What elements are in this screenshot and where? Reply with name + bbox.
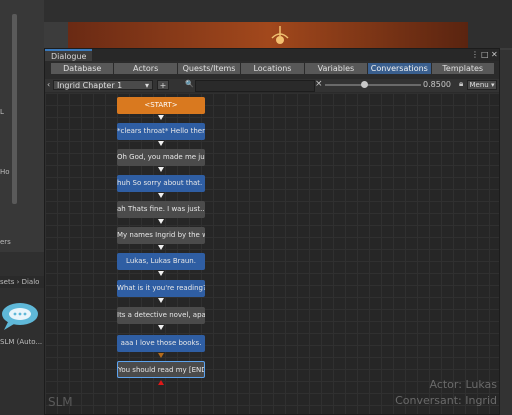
tab-actors[interactable]: Actors	[114, 63, 178, 74]
dialogue-node[interactable]: Oh God, you made me jump!	[117, 149, 205, 166]
link-arrow	[158, 193, 164, 198]
zoom-slider-handle[interactable]	[361, 81, 368, 88]
tab-locations[interactable]: Locations	[241, 63, 305, 74]
menu-dots-icon[interactable]: ⋮	[471, 49, 479, 61]
dialogue-node[interactable]: Its a detective novel, apa	[117, 307, 205, 324]
search-input[interactable]	[195, 80, 315, 92]
link-arrow	[158, 219, 164, 224]
actor-label: Actor: Lukas	[429, 378, 497, 391]
scene-view-background	[68, 22, 468, 48]
hierarchy-scrollbar[interactable]	[12, 14, 17, 204]
conversation-select[interactable]: Ingrid Chapter 1 ▾	[53, 80, 153, 90]
add-conversation-button[interactable]: +	[157, 80, 169, 90]
chandelier-icon	[271, 26, 289, 44]
hierarchy-panel: L Ho ers	[0, 0, 44, 252]
link-arrow	[158, 271, 164, 276]
dialogue-node-selected[interactable]: You should read my [END]	[117, 361, 205, 378]
zoom-value: 0.8500	[423, 80, 451, 89]
database-tabs: Database Actors Quests/Items Locations V…	[51, 63, 495, 74]
scene-right-panel	[468, 22, 512, 48]
link-arrow	[158, 167, 164, 172]
inspector-strip	[500, 50, 512, 415]
window-titlebar: Dialogue ⋮ □ ✕	[45, 49, 499, 61]
project-breadcrumb: sets › Dialo	[0, 276, 44, 288]
tab-conversations[interactable]: Conversations	[368, 63, 432, 74]
dialogue-node[interactable]: Lukas, Lukas Braun.	[117, 253, 205, 270]
breadcrumb-text[interactable]: sets › Dialo	[0, 278, 39, 286]
dialogue-editor-window: Dialogue ⋮ □ ✕ Database Actors Quests/It…	[44, 48, 500, 415]
maximize-icon[interactable]: □	[481, 49, 489, 61]
asset-label[interactable]: SLM (Auto...	[0, 338, 42, 346]
window-title-tab[interactable]: Dialogue	[45, 49, 93, 61]
link-arrow	[158, 115, 164, 120]
conversant-label: Conversant: Ingrid	[395, 394, 497, 407]
conversation-select-value: Ingrid Chapter 1	[57, 81, 123, 90]
node-canvas[interactable]: <START> *clears throat* Hello ther Oh Go…	[45, 93, 499, 414]
tab-quests-items[interactable]: Quests/Items	[177, 63, 242, 74]
close-icon[interactable]: ✕	[491, 49, 498, 61]
hierarchy-fragment: Ho	[0, 168, 10, 176]
canvas-watermark: SLM	[48, 395, 73, 409]
lock-icon[interactable]: 🔒︎	[459, 79, 463, 89]
dialogue-node[interactable]: huh So sorry about that. I	[117, 175, 205, 192]
clear-search-button[interactable]: ×	[315, 79, 323, 89]
dialogue-database-asset-icon[interactable]	[0, 300, 40, 334]
link-arrow	[158, 298, 164, 303]
dialogue-node[interactable]: aaa I love those books.	[117, 335, 205, 352]
conversation-toolbar: ‹ Ingrid Chapter 1 ▾ + 🔍 × 0.8500 🔒︎ Men…	[45, 79, 499, 92]
scene-toolbar-area	[44, 0, 512, 22]
link-arrow	[158, 325, 164, 330]
tab-variables[interactable]: Variables	[304, 63, 369, 74]
tab-templates[interactable]: Templates	[431, 63, 495, 74]
dialogue-node[interactable]: *clears throat* Hello ther	[117, 123, 205, 140]
output-arrow-icon	[158, 380, 164, 385]
node-start[interactable]: <START>	[117, 97, 205, 114]
hierarchy-fragment: L	[0, 108, 4, 116]
dialogue-node[interactable]: My names Ingrid by the way	[117, 227, 205, 244]
link-arrow	[158, 245, 164, 250]
tab-database[interactable]: Database	[51, 63, 115, 74]
chevron-down-icon: ▾	[144, 81, 149, 90]
link-arrow	[158, 141, 164, 146]
menu-button[interactable]: Menu ▾	[467, 80, 497, 90]
chevron-left-icon[interactable]: ‹	[47, 80, 50, 89]
link-arrow	[158, 353, 164, 358]
zoom-slider-track[interactable]	[325, 81, 421, 88]
dialogue-node[interactable]: ah Thats fine. I was just...	[117, 201, 205, 218]
hierarchy-fragment: ers	[0, 238, 11, 246]
search-icon: 🔍	[185, 80, 194, 88]
dialogue-node[interactable]: What is it you're reading?	[117, 280, 205, 297]
